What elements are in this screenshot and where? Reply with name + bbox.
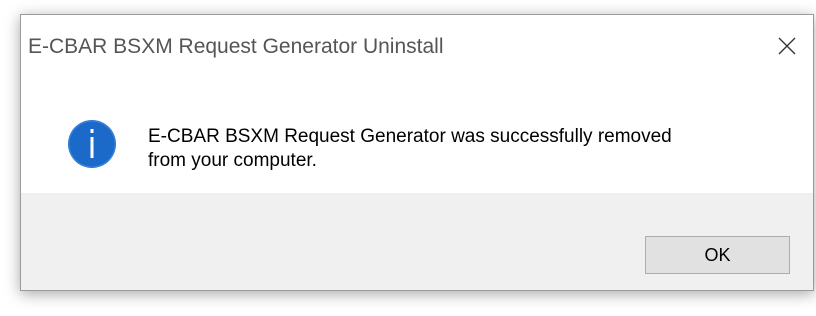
page: E-CBAR BSXM Request Generator Uninstall …	[0, 0, 816, 316]
ok-button[interactable]: OK	[645, 236, 790, 274]
dialog-content: E-CBAR BSXM Request Generator was succes…	[21, 81, 813, 196]
information-icon	[68, 120, 116, 168]
dialog-footer: OK	[21, 193, 813, 290]
message-line-2: from your computer.	[148, 150, 317, 171]
dialog-title: E-CBAR BSXM Request Generator Uninstall	[28, 35, 444, 58]
close-icon	[778, 37, 796, 55]
message-line-1: E-CBAR BSXM Request Generator was succes…	[148, 126, 672, 147]
close-button[interactable]	[761, 15, 813, 77]
dialog-message: E-CBAR BSXM Request Generator was succes…	[148, 125, 788, 173]
title-bar[interactable]: E-CBAR BSXM Request Generator Uninstall	[21, 15, 813, 81]
uninstall-dialog: E-CBAR BSXM Request Generator Uninstall …	[20, 14, 814, 291]
